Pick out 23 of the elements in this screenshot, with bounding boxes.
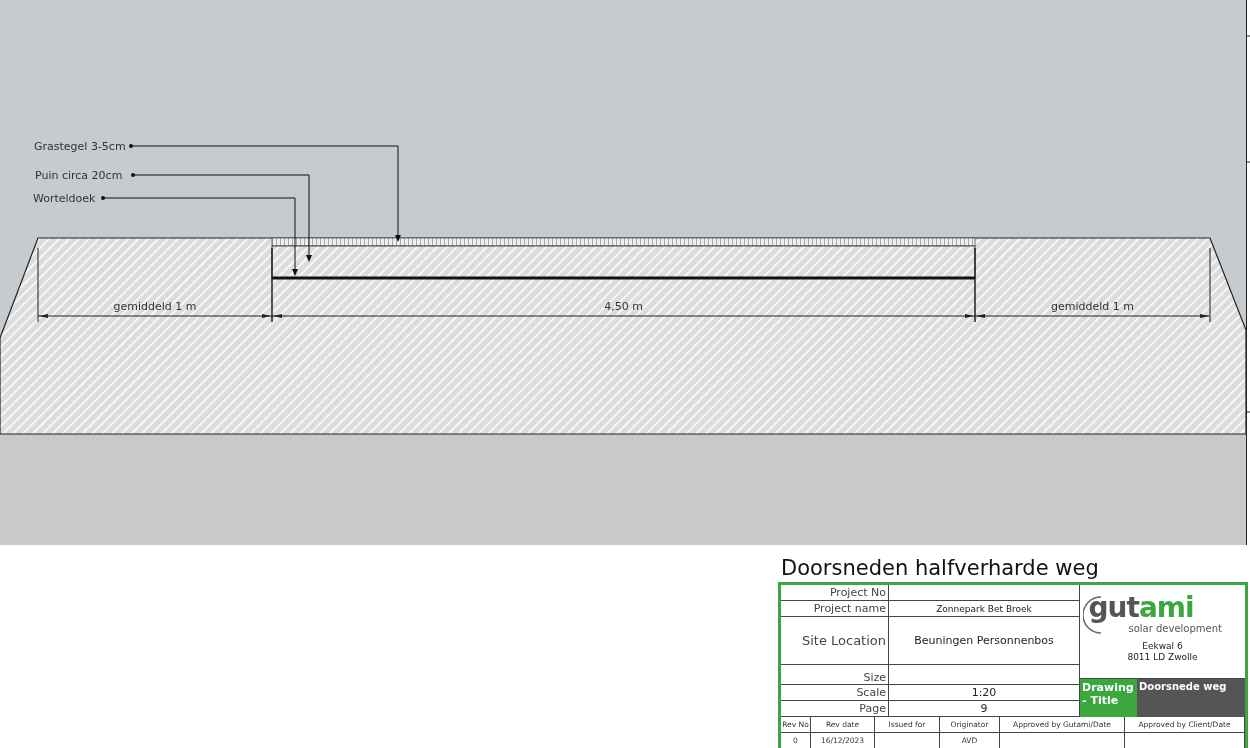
address-line: 8011 LD Zwolle <box>1127 652 1198 663</box>
field-label: Project No <box>781 585 889 600</box>
field-label: Page <box>781 701 889 716</box>
field-value: 1:20 <box>970 685 998 700</box>
field-value: Zonnepark Bet Broek <box>935 602 1033 616</box>
leader-label: Puin circa 20cm <box>35 169 123 182</box>
field-label: Scale <box>781 685 889 700</box>
drawing-title-label: Drawing - Title <box>1080 679 1137 717</box>
field-label: Site Location <box>781 617 889 664</box>
logo-wordmark: gutami <box>1088 593 1195 623</box>
leader-label: Grastegel 3-5cm <box>34 140 126 153</box>
field-label: Size <box>781 665 889 684</box>
drawing-title-value: Doorsnede weg <box>1137 679 1245 717</box>
logo-tagline: solar development <box>1128 623 1222 634</box>
sheet-title: Doorsneden halfverharde weg <box>780 555 1100 582</box>
dimension-label: gemiddeld 1 m <box>113 300 197 313</box>
address-line: Eekwal 6 <box>1141 641 1184 652</box>
field-value: 9 <box>979 701 989 716</box>
dimension-label: 4,50 m <box>604 300 643 313</box>
field-label: Project name <box>781 601 889 616</box>
dimension-label: gemiddeld 1 m <box>1051 300 1134 313</box>
field-value: Beuningen Personnenbos <box>913 633 1055 649</box>
leader-label: Worteldoek <box>33 192 96 205</box>
